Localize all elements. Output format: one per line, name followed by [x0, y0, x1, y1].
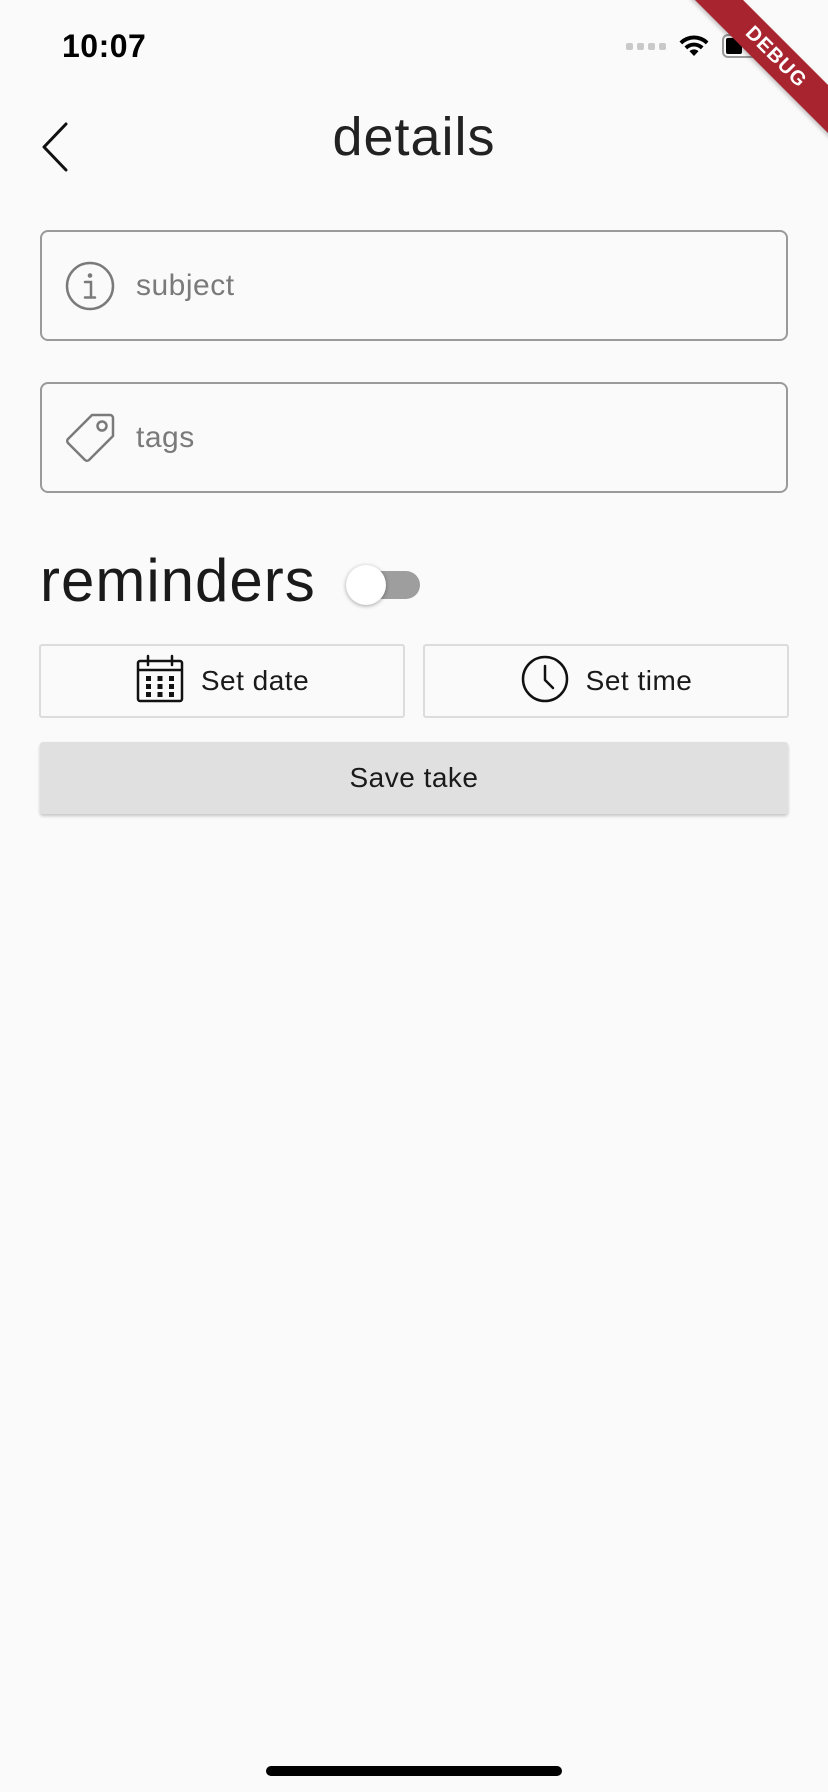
subject-input[interactable] [136, 268, 756, 303]
save-take-button[interactable]: Save take [40, 742, 788, 814]
subject-field[interactable] [40, 230, 788, 341]
home-indicator[interactable] [266, 1766, 562, 1776]
calendar-icon [135, 654, 185, 709]
tag-icon [64, 412, 116, 464]
page-title: details [332, 107, 496, 167]
status-time: 10:07 [62, 28, 147, 64]
tags-field[interactable] [40, 382, 788, 493]
reminders-label: reminders [40, 547, 316, 614]
wifi-icon [678, 34, 710, 58]
clock-icon [520, 654, 570, 709]
tags-input[interactable] [136, 420, 756, 455]
set-date-label: Set date [200, 665, 310, 696]
cellular-signal-icon [626, 42, 666, 50]
reminders-toggle[interactable] [346, 565, 422, 605]
toggle-thumb [346, 565, 386, 605]
info-icon [64, 260, 116, 312]
save-take-label: Save take [349, 762, 479, 793]
set-time-button[interactable]: Set time [423, 644, 789, 718]
details-screen: 10:07 DEBUG details subject tags reminde… [0, 0, 828, 1792]
set-time-label: Set time [585, 665, 693, 696]
set-date-button[interactable]: Set date [39, 644, 405, 718]
